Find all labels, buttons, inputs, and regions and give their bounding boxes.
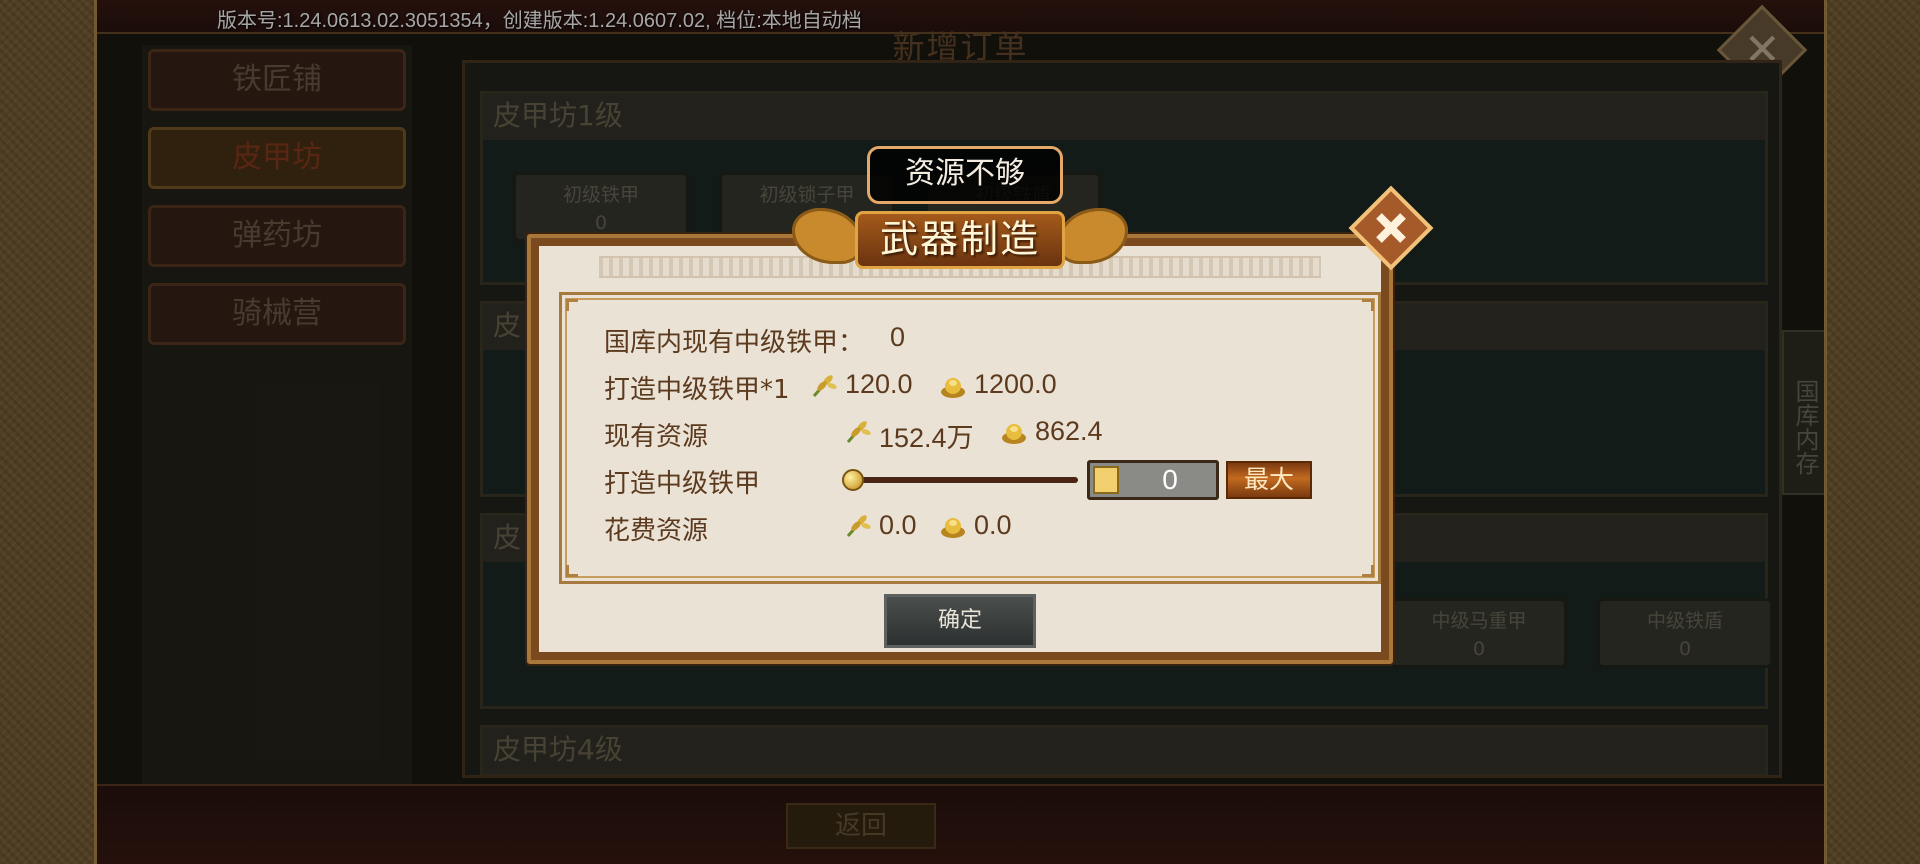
- quantity-slider-handle[interactable]: [842, 469, 864, 491]
- cost-gold: 1200.0: [974, 369, 1057, 399]
- stock-label: 国库内现有中级铁甲：: [604, 328, 865, 358]
- gold-ingot-icon: [1002, 424, 1026, 444]
- make-label: 打造中级铁甲: [604, 469, 761, 499]
- have-label: 现有资源: [604, 422, 709, 452]
- close-icon: [1366, 203, 1416, 253]
- grain-icon: [846, 515, 871, 537]
- have-grain: 152.4万: [879, 423, 974, 453]
- max-button[interactable]: 最大: [1226, 461, 1312, 499]
- spend-gold: 0.0: [974, 510, 1012, 540]
- calculator-icon[interactable]: [1093, 466, 1119, 494]
- dragon-ornament-icon: [792, 208, 862, 264]
- cost-label: 打造中级铁甲*1: [604, 375, 790, 405]
- modal-title-plate: 武器制造: [792, 200, 1128, 280]
- spend-label: 花费资源: [604, 516, 709, 546]
- modal-title: 武器制造: [855, 211, 1065, 269]
- confirm-button[interactable]: 确定: [884, 594, 1036, 648]
- quantity-slider-track[interactable]: [846, 477, 1078, 483]
- stock-value: 0: [890, 322, 906, 352]
- toast-message: 资源不够: [867, 146, 1063, 204]
- dragon-ornament-icon: [1058, 208, 1128, 264]
- grain-icon: [812, 375, 837, 397]
- quantity-value: 0: [1162, 464, 1178, 495]
- cost-grain: 120.0: [845, 369, 913, 399]
- have-gold: 862.4: [1035, 416, 1103, 446]
- grain-icon: [846, 421, 871, 443]
- spend-grain: 0.0: [879, 510, 917, 540]
- quantity-input[interactable]: 0: [1087, 460, 1219, 500]
- gold-ingot-icon: [941, 518, 965, 538]
- gold-ingot-icon: [941, 378, 965, 398]
